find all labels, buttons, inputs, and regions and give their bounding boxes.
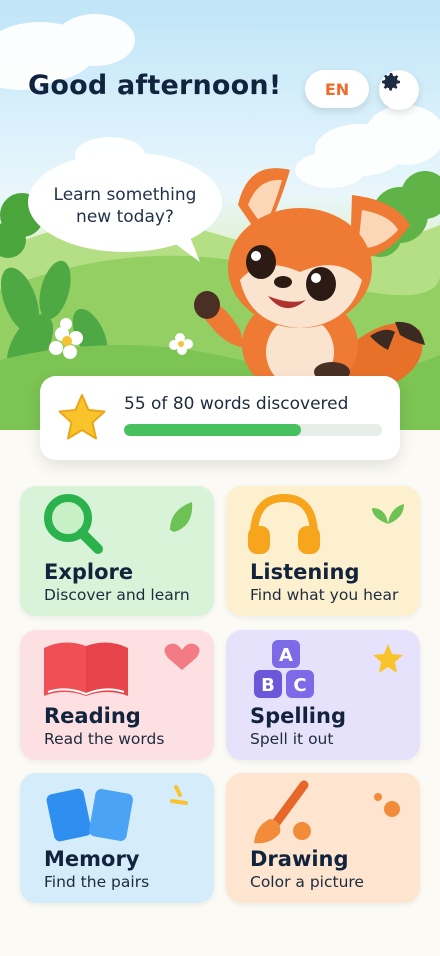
settings-button[interactable]: [379, 70, 419, 110]
speech-bubble-text: Learn something new today?: [53, 185, 197, 227]
heart-icon: [164, 643, 200, 670]
progress-card: 55 of 80 words discovered: [40, 376, 400, 460]
language-button[interactable]: EN: [305, 70, 369, 108]
tile-title: Listening: [250, 560, 360, 584]
tile-subtitle: Color a picture: [250, 873, 364, 891]
abc-blocks-icon: A B C: [254, 640, 314, 698]
tile-title: Memory: [44, 847, 140, 871]
tile-title: Reading: [44, 704, 141, 728]
svg-text:B: B: [261, 675, 275, 696]
book-icon: [44, 642, 128, 696]
hero-scene: Good afternoon! EN Learn something new t…: [0, 0, 440, 430]
tile-subtitle: Spell it out: [250, 730, 334, 748]
tile-drawing[interactable]: Drawing Color a picture: [226, 773, 420, 903]
svg-text:A: A: [279, 645, 293, 666]
progress-bar: [124, 424, 382, 436]
magnifier-icon: [44, 494, 103, 554]
paint-drops-icon: [293, 793, 400, 840]
leaf-icon: [170, 502, 193, 532]
progress-bar-fill: [124, 424, 302, 436]
sprout-icon: [372, 504, 404, 524]
progress-label: 55 of 80 words discovered: [124, 394, 349, 414]
tile-listening[interactable]: Listening Find what you hear: [226, 486, 420, 616]
headphones-icon: [248, 493, 320, 554]
language-label: EN: [324, 79, 350, 99]
svg-text:C: C: [293, 675, 306, 696]
tile-reading[interactable]: Reading Read the words: [20, 630, 214, 760]
tile-subtitle: Find the pairs: [44, 873, 150, 891]
tile-title: Drawing: [250, 847, 349, 871]
sparkle-icon: [170, 785, 188, 805]
star-icon: [373, 644, 403, 673]
star-icon: [58, 394, 106, 440]
tile-spelling[interactable]: A B C Spelling Spell it out: [226, 630, 420, 760]
gear-icon: [382, 73, 400, 91]
tile-subtitle: Discover and learn: [44, 586, 190, 604]
tile-title: Spelling: [250, 704, 346, 728]
tile-subtitle: Read the words: [44, 730, 165, 748]
tile-title: Explore: [44, 560, 134, 584]
tile-explore[interactable]: Explore Discover and learn: [20, 486, 214, 616]
greeting-title: Good afternoon!: [28, 70, 282, 101]
tile-subtitle: Find what you hear: [250, 586, 399, 604]
tile-memory[interactable]: Memory Find the pairs: [20, 773, 214, 903]
cards-icon: [46, 788, 133, 842]
